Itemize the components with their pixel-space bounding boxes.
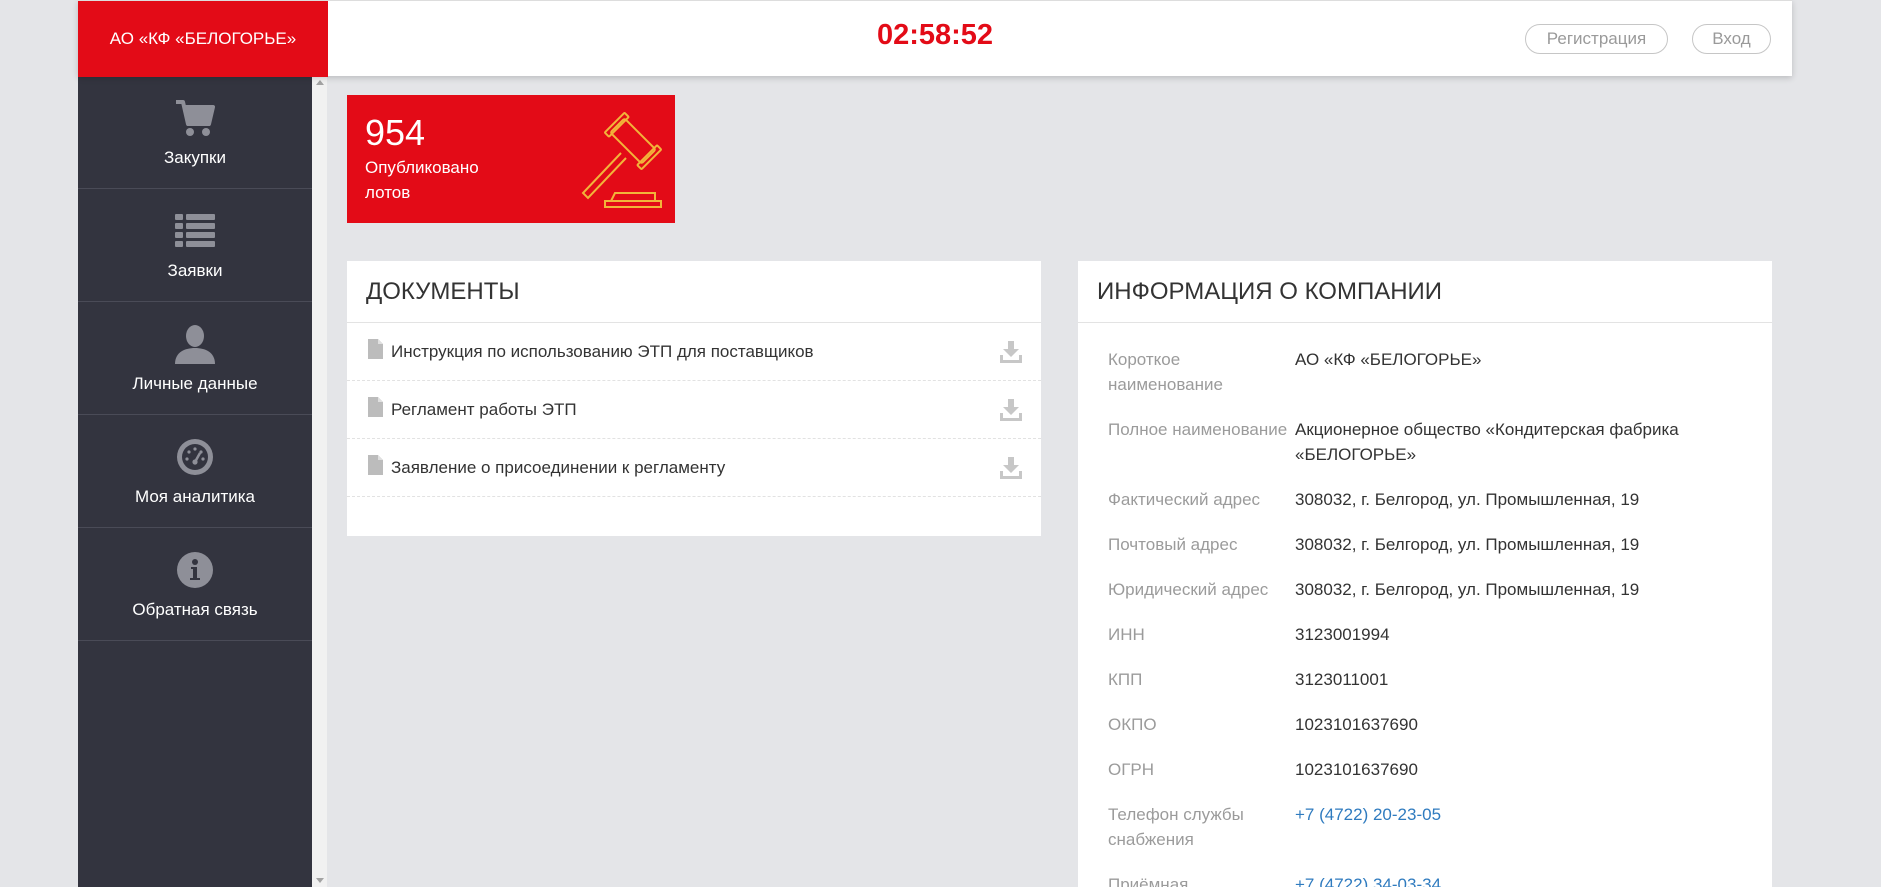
sidebar-item-analytics[interactable]: Моя аналитика (78, 415, 312, 528)
info-label: Полное наименование (1108, 420, 1288, 439)
sidebar-item-applications[interactable]: Заявки (78, 189, 312, 302)
info-label: ИНН (1108, 625, 1145, 644)
document-link[interactable]: Инструкция по использованию ЭТП для пост… (391, 342, 814, 362)
sidebar-item-label: Личные данные (132, 374, 258, 393)
download-icon[interactable] (1000, 457, 1022, 484)
sidebar: Закупки Заявки Личные данные Моя аналити… (78, 76, 312, 887)
phone-link[interactable]: +7 (4722) 34-03-34 (1295, 872, 1715, 887)
info-value: 308032, г. Белгород, ул. Промышленная, 1… (1295, 490, 1640, 509)
download-icon[interactable] (1000, 399, 1022, 426)
info-value: 308032, г. Белгород, ул. Промышленная, 1… (1295, 535, 1640, 554)
file-icon (368, 339, 383, 364)
document-row[interactable]: Регламент работы ЭТП (347, 381, 1041, 439)
brand-logo[interactable]: АО «КФ «БЕЛОГОРЬЕ» (78, 1, 328, 77)
file-icon (368, 455, 383, 480)
info-row: Полное наименование Акционерное общество… (1078, 417, 1772, 467)
info-row: ОГРН 1023101637690 (1078, 757, 1772, 782)
sidebar-item-label: Обратная связь (132, 600, 258, 619)
info-value: 3123011001 (1295, 670, 1389, 689)
info-value: 1023101637690 (1295, 715, 1418, 734)
info-value: Акционерное общество «Кондитерская фабри… (1295, 420, 1679, 464)
sidebar-scrollbar[interactable] (312, 76, 327, 887)
document-link[interactable]: Заявление о присоединении к регламенту (391, 458, 725, 478)
scroll-up-arrow-icon[interactable] (316, 80, 324, 85)
sidebar-item-label: Моя аналитика (135, 487, 255, 506)
lots-label: Опубликовано лотов (365, 158, 479, 202)
sidebar-item-label: Закупки (164, 148, 226, 167)
info-label: ОКПО (1108, 715, 1157, 734)
sidebar-item-label: Заявки (167, 261, 223, 280)
info-value: 3123001994 (1295, 625, 1390, 644)
list-icon (175, 209, 215, 253)
gavel-icon (575, 109, 670, 214)
company-info-title: ИНФОРМАЦИЯ О КОМПАНИИ (1078, 261, 1772, 323)
info-value: АО «КФ «БЕЛОГОРЬЕ» (1295, 350, 1482, 369)
download-icon[interactable] (1000, 341, 1022, 368)
file-icon (368, 397, 383, 422)
phone-link[interactable]: +7 (4722) 20-23-05 (1295, 802, 1715, 852)
info-row: Телефон службы снабжения +7 (4722) 20-23… (1078, 802, 1772, 852)
info-row: КПП 3123011001 (1078, 667, 1772, 692)
document-link[interactable]: Регламент работы ЭТП (391, 400, 577, 420)
top-bar: АО «КФ «БЕЛОГОРЬЕ» 02:58:52 Регистрация … (78, 0, 1792, 77)
info-row: Короткое наименование АО «КФ «БЕЛОГОРЬЕ» (1078, 347, 1772, 397)
info-label: Короткое наименование (1108, 350, 1223, 394)
info-label: Почтовый адрес (1108, 535, 1238, 554)
info-icon (176, 548, 214, 592)
cart-icon (174, 96, 216, 140)
info-value: 308032, г. Белгород, ул. Промышленная, 1… (1295, 580, 1640, 599)
sidebar-item-feedback[interactable]: Обратная связь (78, 528, 312, 641)
sidebar-item-personal-data[interactable]: Личные данные (78, 302, 312, 415)
info-label: Юридический адрес (1108, 580, 1269, 599)
info-value: 1023101637690 (1295, 760, 1418, 779)
documents-panel: ДОКУМЕНТЫ Инструкция по использованию ЭТ… (347, 261, 1041, 536)
info-row: Почтовый адрес 308032, г. Белгород, ул. … (1078, 532, 1772, 557)
published-lots-tile[interactable]: 954 Опубликовано лотов (347, 95, 675, 223)
info-row: ОКПО 1023101637690 (1078, 712, 1772, 737)
info-label: КПП (1108, 670, 1143, 689)
company-info-panel: ИНФОРМАЦИЯ О КОМПАНИИ Короткое наименова… (1078, 261, 1772, 887)
info-label: Приёмная (1108, 875, 1189, 887)
scroll-down-arrow-icon[interactable] (316, 878, 324, 883)
dashboard-icon (176, 435, 214, 479)
document-row[interactable]: Инструкция по использованию ЭТП для пост… (347, 323, 1041, 381)
info-label: ОГРН (1108, 760, 1155, 779)
document-row[interactable]: Заявление о присоединении к регламенту (347, 439, 1041, 497)
user-icon (175, 322, 215, 366)
info-label: Фактический адрес (1108, 490, 1261, 509)
info-label: Телефон службы снабжения (1108, 805, 1244, 849)
info-row: Юридический адрес 308032, г. Белгород, у… (1078, 577, 1772, 602)
sidebar-item-purchases[interactable]: Закупки (78, 76, 312, 189)
register-button[interactable]: Регистрация (1525, 24, 1668, 54)
info-row: Приёмная +7 (4722) 34-03-34 (1078, 872, 1772, 887)
lots-count: 954 (365, 112, 426, 153)
documents-title: ДОКУМЕНТЫ (347, 261, 1041, 323)
company-info-table: Короткое наименование АО «КФ «БЕЛОГОРЬЕ»… (1078, 323, 1772, 887)
login-button[interactable]: Вход (1692, 24, 1771, 54)
info-row: ИНН 3123001994 (1078, 622, 1772, 647)
info-row: Фактический адрес 308032, г. Белгород, у… (1078, 487, 1772, 512)
